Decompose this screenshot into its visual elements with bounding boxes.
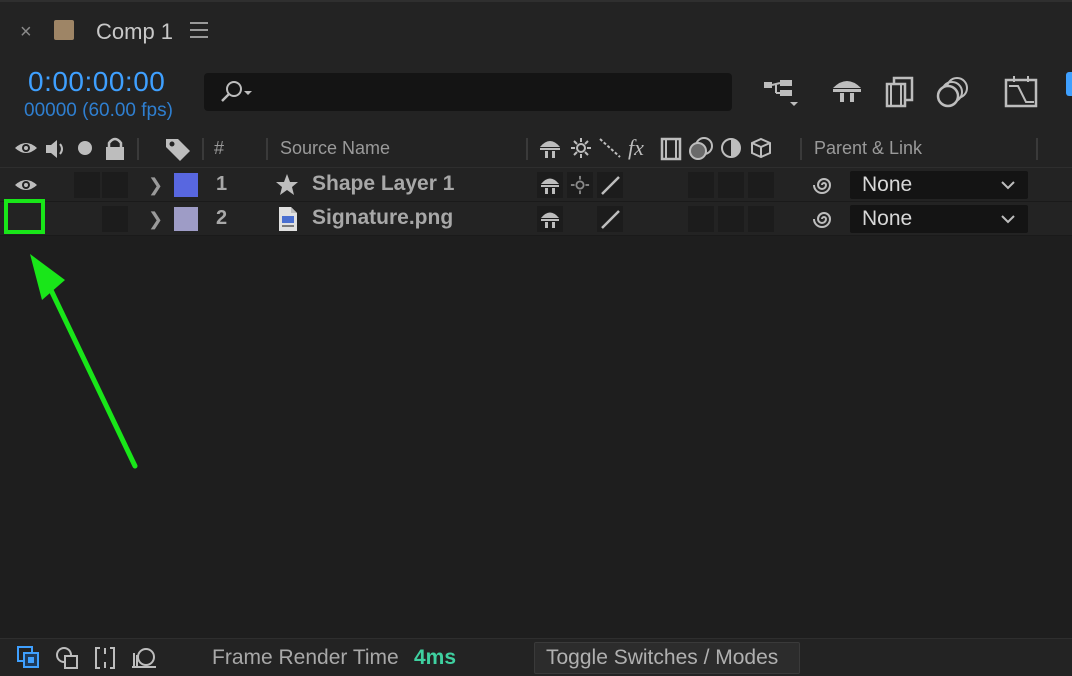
shy-switch[interactable]: [537, 172, 563, 198]
toggle-switches-modes-label: Toggle Switches / Modes: [546, 646, 779, 669]
effects-fx-icon[interactable]: fx: [628, 135, 644, 161]
pick-whip-spiral-icon[interactable]: [812, 173, 836, 197]
search-icon: [221, 81, 252, 102]
time-stretch-snail-icon[interactable]: [130, 645, 158, 671]
adjustment-switch[interactable]: [718, 206, 744, 232]
expand-chevron-icon[interactable]: ❯: [148, 175, 163, 196]
hamburger-menu-icon[interactable]: [190, 22, 208, 43]
comp-tab-title[interactable]: Comp 1: [96, 19, 173, 45]
collapse-sun-icon: [570, 175, 590, 195]
column-separator[interactable]: [526, 138, 528, 160]
comp-label-swatch: [54, 20, 74, 40]
composition-flowchart-icon[interactable]: [762, 76, 802, 110]
frame-render-time-value: 4ms: [414, 646, 457, 669]
overflow-indicator: [1066, 72, 1072, 96]
layer-label-color[interactable]: [174, 173, 198, 197]
column-number-header[interactable]: #: [214, 138, 224, 159]
quality-line-icon: [601, 176, 620, 195]
column-separator[interactable]: [137, 138, 139, 160]
image-file-icon: [279, 207, 297, 231]
frame-blending-icon[interactable]: [884, 76, 916, 108]
star-icon: [276, 174, 298, 195]
in-out-brackets-icon[interactable]: [92, 645, 118, 671]
layer-row[interactable]: ❯ 1 Shape Layer 1 None: [0, 168, 1072, 202]
chevron-down-icon: [1001, 181, 1015, 190]
layer-number: 2: [216, 207, 228, 229]
toggle-switches-modes-button[interactable]: Toggle Switches / Modes: [534, 642, 800, 674]
column-source-name-header[interactable]: Source Name: [280, 138, 390, 159]
solo-dot-icon[interactable]: [76, 137, 94, 159]
pick-whip-spiral-icon[interactable]: [812, 207, 836, 231]
comp-tab-bar: × Comp 1: [0, 0, 1072, 60]
layer-search-input[interactable]: [204, 73, 732, 111]
shy-icon[interactable]: [538, 137, 562, 159]
collapse-sun-icon[interactable]: [570, 137, 592, 159]
parent-dropdown[interactable]: None: [850, 205, 1028, 233]
layer-name[interactable]: Signature.png: [312, 206, 453, 230]
column-separator[interactable]: [800, 138, 802, 160]
collapse-switch[interactable]: [567, 172, 593, 198]
layer-label-color[interactable]: [174, 207, 198, 231]
shy-switch[interactable]: [537, 206, 563, 232]
draft-3d-icon[interactable]: [830, 76, 864, 106]
shy-icon: [541, 212, 559, 228]
current-time-display[interactable]: 0:00:00:00: [28, 66, 165, 98]
frame-blend-column-icon[interactable]: [660, 137, 682, 161]
transfer-controls-icon[interactable]: [54, 645, 80, 671]
layer-visibility-eye-icon[interactable]: [14, 177, 38, 193]
annotation-arrow: [30, 254, 138, 469]
column-parent-header[interactable]: Parent & Link: [814, 138, 922, 159]
expand-chevron-icon[interactable]: ❯: [148, 209, 163, 230]
quality-icon[interactable]: [598, 137, 622, 159]
timeline-control-bar: 0:00:00:00 00000 (60.00 fps): [0, 60, 1072, 128]
eye-icon[interactable]: [14, 137, 38, 159]
speaker-icon[interactable]: [44, 137, 68, 161]
column-separator[interactable]: [266, 138, 268, 160]
lock-icon[interactable]: [104, 137, 126, 161]
lock-switch[interactable]: [102, 172, 128, 198]
frame-render-time-label: Frame Render Time: [212, 646, 399, 669]
parent-dropdown[interactable]: None: [850, 171, 1028, 199]
3d-layer-switch[interactable]: [748, 206, 774, 232]
motion-blur-icon[interactable]: [936, 76, 970, 108]
chevron-down-icon: [1001, 215, 1015, 224]
quality-line-icon: [601, 210, 620, 229]
adjustment-layer-icon[interactable]: [720, 137, 742, 159]
timeline-footer: Frame Render Time 4ms Toggle Switches / …: [0, 638, 1072, 676]
motion-blur-switch[interactable]: [688, 206, 714, 232]
quality-switch[interactable]: [597, 206, 623, 232]
motion-blur-switch[interactable]: [688, 172, 714, 198]
label-tag-icon[interactable]: [164, 137, 192, 161]
layer-number: 1: [216, 173, 228, 195]
solo-switch[interactable]: [74, 172, 100, 198]
motion-blur-column-icon[interactable]: [688, 137, 714, 161]
layer-name[interactable]: Shape Layer 1: [312, 172, 454, 196]
frame-count-display: 00000 (60.00 fps): [24, 100, 173, 121]
column-separator[interactable]: [1036, 138, 1038, 160]
quality-switch[interactable]: [597, 172, 623, 198]
close-tab-button[interactable]: ×: [20, 22, 32, 42]
adjustment-switch[interactable]: [718, 172, 744, 198]
parent-dropdown-value: None: [862, 173, 913, 196]
column-separator[interactable]: [202, 138, 204, 160]
3d-layer-cube-icon[interactable]: [750, 137, 772, 159]
layer-visibility-toggle-highlight[interactable]: [4, 199, 45, 234]
parent-dropdown-value: None: [862, 207, 913, 230]
lock-switch[interactable]: [102, 206, 128, 232]
layer-column-header: # Source Name fx Parent & Link: [0, 128, 1072, 168]
layer-switches-toggle-icon[interactable]: [16, 645, 42, 671]
layer-row[interactable]: ❯ 2 Signature.png None: [0, 202, 1072, 236]
shy-icon: [541, 178, 559, 194]
graph-editor-icon[interactable]: [1004, 76, 1038, 108]
3d-layer-switch[interactable]: [748, 172, 774, 198]
